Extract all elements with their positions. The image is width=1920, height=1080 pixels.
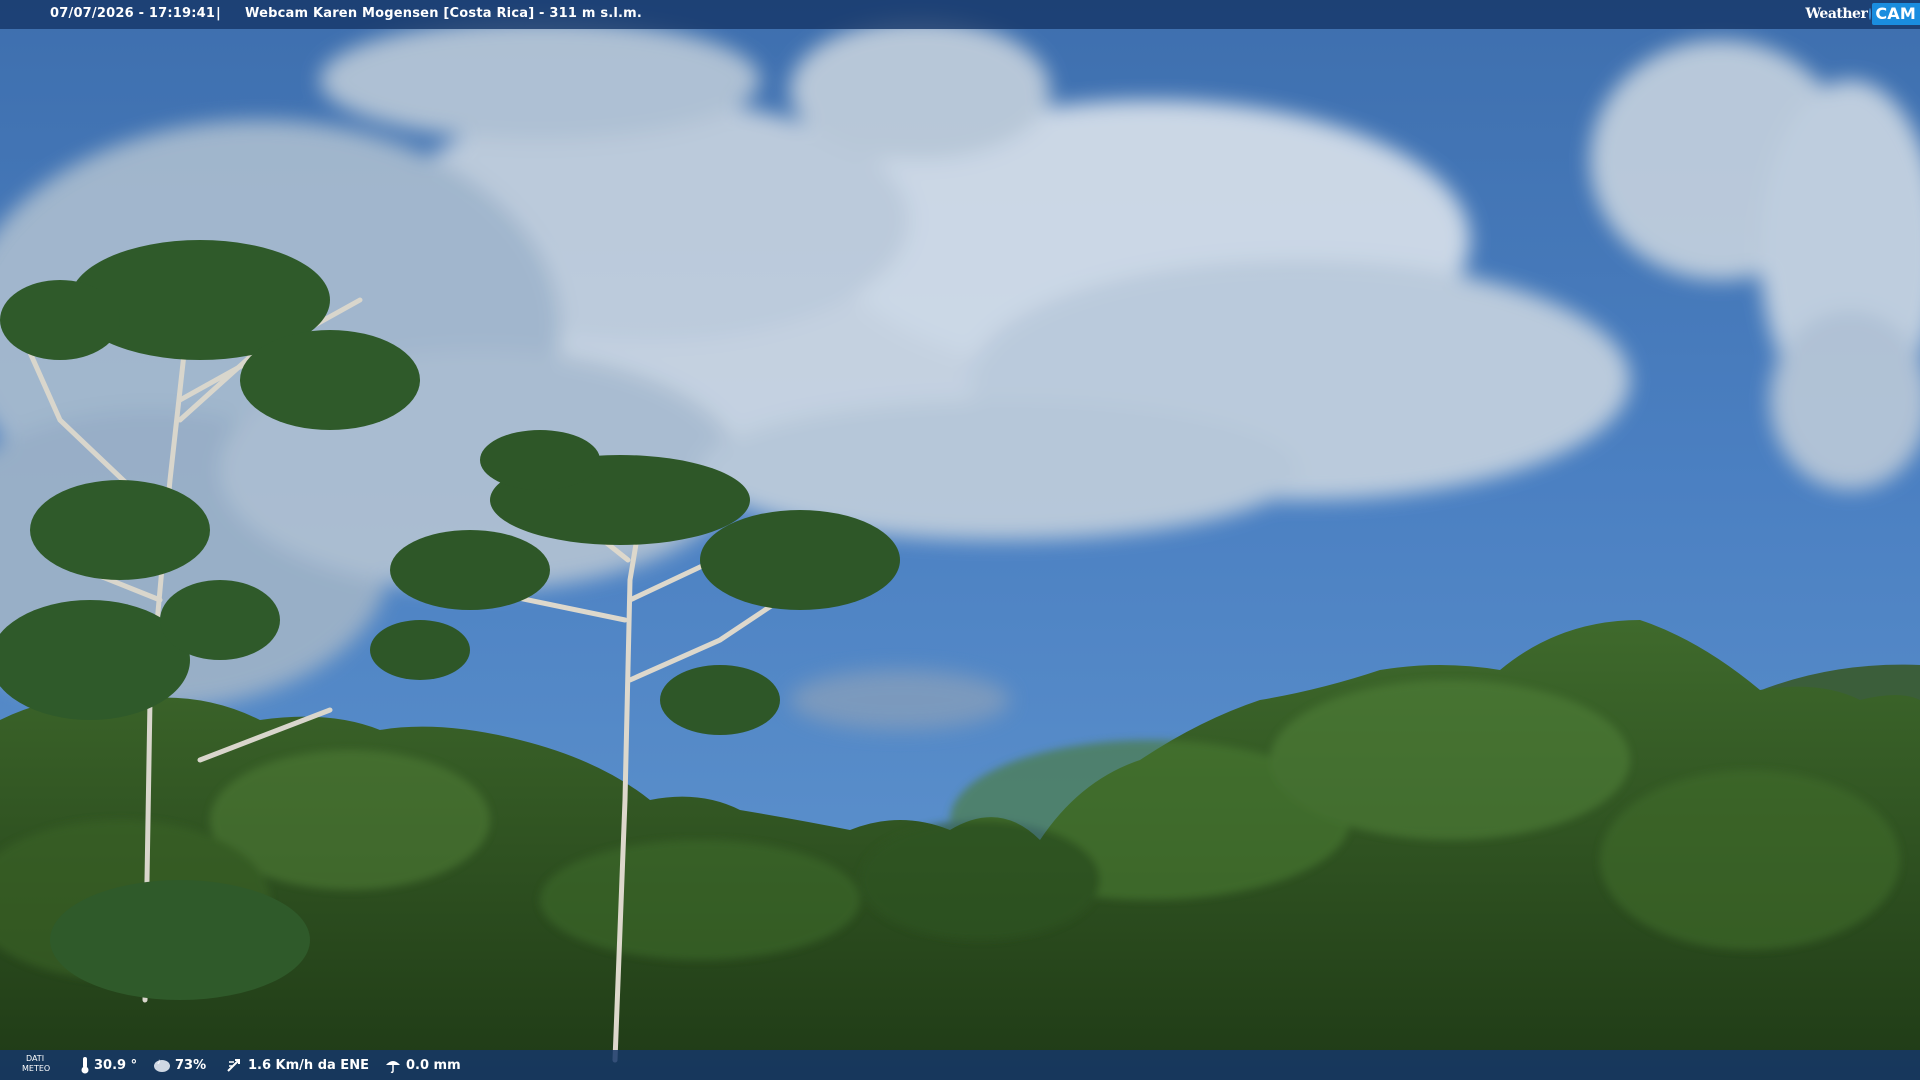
wind-readout: 1.6 Km/h da ENE [226,1050,369,1080]
logo-cam-text: CAM [1872,2,1920,25]
logo-dot-icon [1869,7,1872,20]
logo-weather-text: Weather [1805,5,1868,22]
top-info-bar: 07/07/2026 - 17:19:41 | Webcam Karen Mog… [0,0,1920,29]
rain-readout: 0.0 mm [384,1050,461,1080]
temperature-value: 30.9 ° [94,1057,138,1073]
humidity-icon [154,1059,170,1072]
separator: | [216,6,221,21]
humidity-readout: 73% [153,1050,206,1080]
temperature-readout: 30.9 ° [80,1050,137,1080]
thermometer-icon [81,1057,89,1074]
rain-icon [386,1061,400,1074]
wind-value: 1.6 Km/h da ENE [248,1057,369,1073]
webcam-title: Webcam Karen Mogensen [Costa Rica] - 311… [245,6,643,21]
rain-value: 0.0 mm [406,1057,461,1073]
timestamp: 07/07/2026 - 17:19:41 [50,6,216,21]
webcam-image [0,0,1920,1080]
weathercam-logo: Weather CAM [1805,0,1920,27]
meteo-bar: DATI METEO 30.9 ° 73% 1.6 Km/h da ENE 0.… [0,1050,1920,1080]
humidity-value: 73% [175,1057,207,1073]
meteo-label: DATI METEO [22,1054,51,1073]
wind-icon [227,1059,240,1072]
